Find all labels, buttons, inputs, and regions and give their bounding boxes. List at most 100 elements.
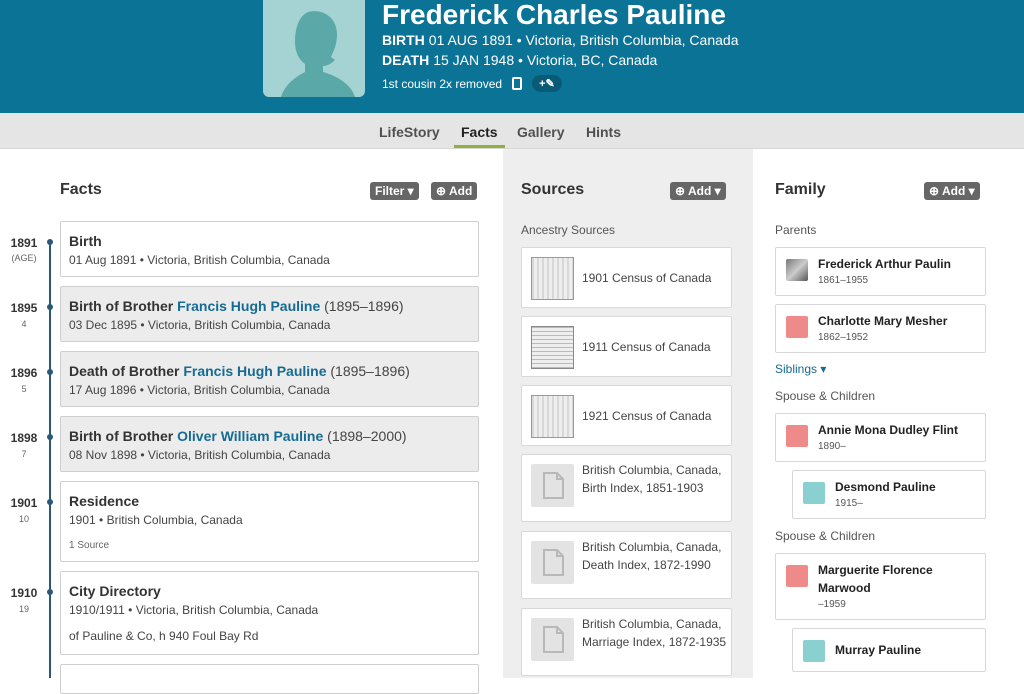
clipboard-icon[interactable] <box>512 77 523 90</box>
siblings-toggle[interactable]: Siblings ▾ <box>775 362 826 376</box>
person-link[interactable]: Oliver William Pauline <box>177 428 323 444</box>
timeline-year: 1896 <box>10 366 38 380</box>
source-title: 1921 Census of Canada <box>582 409 712 423</box>
fact-card-brother-birth[interactable]: Birth of Brother Francis Hugh Pauline (1… <box>60 286 479 342</box>
tab-facts[interactable]: Facts <box>454 113 505 148</box>
fact-card-birth[interactable]: Birth 01 Aug 1891 • Victoria, British Co… <box>60 221 479 277</box>
timeline-dot <box>47 239 53 245</box>
source-card[interactable]: 1901 Census of Canada <box>521 247 732 308</box>
census-thumbnail-icon <box>531 395 574 438</box>
census-thumbnail-icon <box>531 326 574 369</box>
census-thumbnail-icon <box>531 257 574 300</box>
timeline-age: 19 <box>18 604 29 614</box>
source-title: 1911 Census of Canada <box>582 340 711 354</box>
spouse-children-label: Spouse & Children <box>775 389 876 403</box>
family-card-child[interactable]: Murray Pauline <box>792 628 986 672</box>
female-avatar-icon <box>786 316 808 338</box>
timeline-dot <box>47 434 53 440</box>
add-family-button[interactable]: ⊕ Add ▾ <box>924 182 980 200</box>
family-card-child[interactable]: Desmond Pauline 1915– <box>792 470 986 519</box>
relationship-row: 1st cousin 2x removed +✎ <box>382 75 562 92</box>
family-member-name: Murray Pauline <box>835 643 922 657</box>
tab-hints[interactable]: Hints <box>586 113 621 149</box>
person-name: Frederick Charles Pauline <box>382 0 726 30</box>
fact-title: Residence <box>69 493 140 509</box>
fact-title: City Directory <box>69 583 161 599</box>
document-icon <box>531 618 574 661</box>
source-card[interactable]: British Columbia, Canada, Death Index, 1… <box>521 531 732 599</box>
family-member-years: –1959 <box>818 599 846 610</box>
family-member-name: Desmond Pauline <box>835 480 936 494</box>
source-title: 1901 Census of Canada <box>582 271 712 285</box>
facts-heading: Facts <box>60 181 102 198</box>
family-card-spouse[interactable]: Marguerite Florence Marwood –1959 <box>775 553 986 620</box>
family-card-mother[interactable]: Charlotte Mary Mesher 1862–1952 <box>775 304 986 353</box>
person-link[interactable]: Francis Hugh Pauline <box>177 298 320 314</box>
male-avatar-icon <box>803 482 825 504</box>
fact-card-residence[interactable]: Residence 1901 • British Columbia, Canad… <box>60 481 479 562</box>
source-card[interactable]: 1911 Census of Canada <box>521 316 732 377</box>
tab-gallery[interactable]: Gallery <box>517 113 564 149</box>
female-avatar-icon <box>786 565 808 587</box>
relationship-label: 1st cousin 2x removed <box>382 76 503 91</box>
family-member-years: 1915– <box>835 498 863 509</box>
timeline-year: 1898 <box>10 431 38 445</box>
fact-source-count[interactable]: 1 Source <box>69 540 109 551</box>
timeline-dot <box>47 369 53 375</box>
family-heading: Family <box>775 181 826 198</box>
timeline-year: 1901 <box>10 496 38 510</box>
parents-label: Parents <box>775 223 817 237</box>
fact-description: of Pauline & Co, h 940 Foul Bay Rd <box>69 629 259 643</box>
profile-tabs: LifeStory Facts Gallery Hints <box>0 113 1024 149</box>
timeline-year: 1891 <box>10 236 38 250</box>
add-source-button[interactable]: ⊕ Add ▾ <box>670 182 726 200</box>
fact-detail: 1901 • British Columbia, Canada <box>69 513 243 527</box>
filter-button[interactable]: Filter ▾ <box>370 182 419 200</box>
add-fact-button[interactable]: ⊕ Add <box>431 182 478 200</box>
family-card-spouse[interactable]: Annie Mona Dudley Flint 1890– <box>775 413 986 462</box>
family-member-name: Charlotte Mary Mesher <box>818 314 948 328</box>
fact-title: Birth of Brother Francis Hugh Pauline (1… <box>69 298 404 314</box>
fact-detail: 17 Aug 1896 • Victoria, British Columbia… <box>69 383 330 397</box>
person-header: Frederick Charles Pauline BIRTH 01 AUG 18… <box>0 0 1024 113</box>
fact-detail: 01 Aug 1891 • Victoria, British Columbia… <box>69 253 330 267</box>
spouse-children-label: Spouse & Children <box>775 529 876 543</box>
fact-title: Birth <box>69 233 102 249</box>
source-card[interactable]: 1921 Census of Canada <box>521 385 732 446</box>
fact-detail: 03 Dec 1895 • Victoria, British Columbia… <box>69 318 331 332</box>
timeline-age: 7 <box>21 449 27 459</box>
female-avatar-icon <box>786 425 808 447</box>
sources-heading: Sources <box>521 181 585 198</box>
fact-detail: 08 Nov 1898 • Victoria, British Columbia… <box>69 448 331 462</box>
ancestry-sources-label: Ancestry Sources <box>521 223 616 237</box>
source-title: British Columbia, Canada, Marriage Index… <box>582 617 727 649</box>
timeline-dot <box>47 304 53 310</box>
death-line: DEATH 15 JAN 1948 • Victoria, BC, Canada <box>382 52 658 68</box>
family-member-years: 1861–1955 <box>818 275 869 286</box>
family-member-years: 1862–1952 <box>818 332 869 343</box>
source-card[interactable]: British Columbia, Canada, Birth Index, 1… <box>521 454 732 522</box>
fact-detail: 1910/1911 • Victoria, British Columbia, … <box>69 603 319 617</box>
person-photo <box>786 259 808 281</box>
family-member-name: Annie Mona Dudley Flint <box>818 423 958 437</box>
timeline-year: 1910 <box>10 586 38 600</box>
birth-line: BIRTH 01 AUG 1891 • Victoria, British Col… <box>382 32 739 48</box>
fact-card-partial[interactable] <box>60 664 479 694</box>
fact-card-city-directory[interactable]: City Directory 1910/1911 • Victoria, Bri… <box>60 571 479 655</box>
timeline-year: 1895 <box>10 301 38 315</box>
document-icon <box>531 541 574 584</box>
add-tag-button[interactable]: +✎ <box>532 75 562 92</box>
person-avatar[interactable] <box>263 0 365 97</box>
timeline-age: 10 <box>18 514 29 524</box>
fact-card-brother-death[interactable]: Death of Brother Francis Hugh Pauline (1… <box>60 351 479 407</box>
family-member-name: Marguerite Florence Marwood <box>818 563 933 595</box>
fact-card-brother-birth-2[interactable]: Birth of Brother Oliver William Pauline … <box>60 416 479 472</box>
person-link[interactable]: Francis Hugh Pauline <box>183 363 326 379</box>
timeline-age: (AGE) <box>11 253 37 263</box>
source-card[interactable]: British Columbia, Canada, Marriage Index… <box>521 608 732 676</box>
timeline-dot <box>47 589 53 595</box>
male-avatar-icon <box>803 640 825 662</box>
tab-lifestory[interactable]: LifeStory <box>379 113 440 149</box>
family-card-father[interactable]: Frederick Arthur Paulin 1861–1955 <box>775 247 986 296</box>
timeline-age: 4 <box>21 319 27 329</box>
